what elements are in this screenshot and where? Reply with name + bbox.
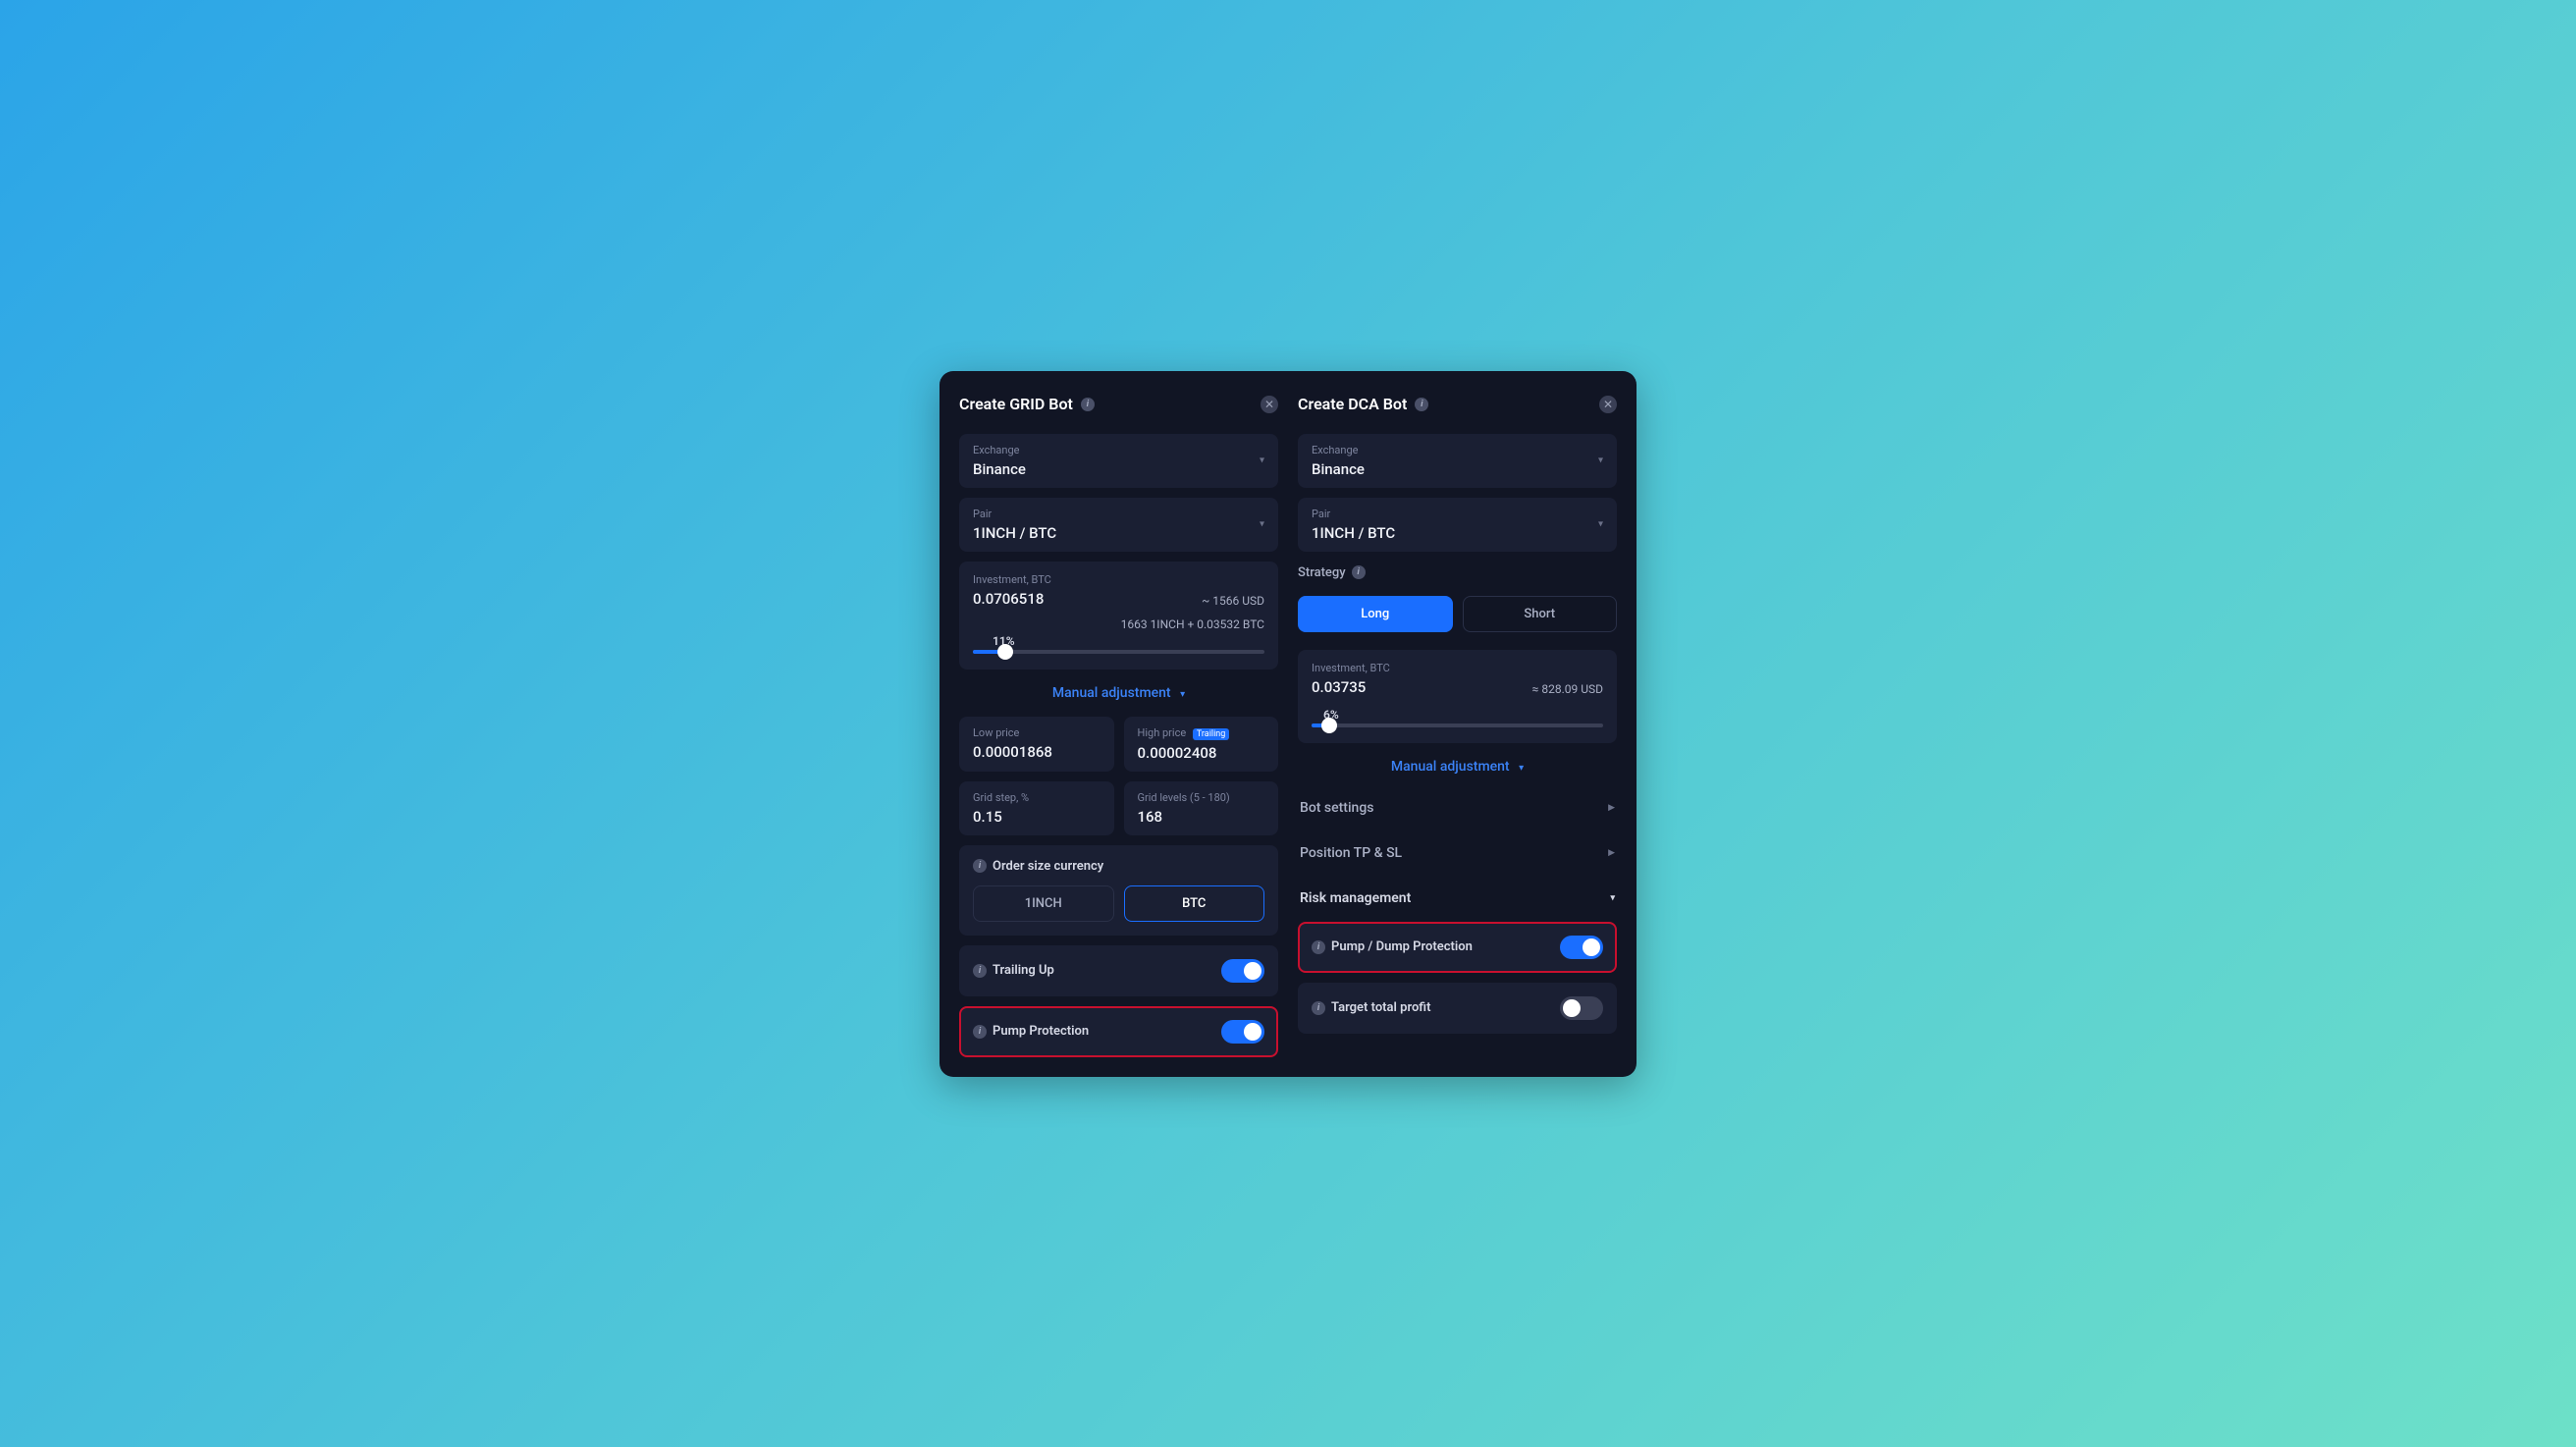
risk-management-label: Risk management (1300, 890, 1411, 906)
investment-usd: ~ 1566 USD (1202, 594, 1264, 608)
bot-creation-modal: Create GRID Bot i ✕ Exchange Binance ▾ P… (939, 371, 1637, 1077)
investment-value: 0.0706518 (973, 590, 1051, 608)
trailing-badge: Trailing (1193, 728, 1229, 740)
investment-label: Investment, BTC (1312, 662, 1390, 674)
position-tpsl-label: Position TP & SL (1300, 845, 1402, 861)
exchange-label: Exchange (1312, 444, 1603, 456)
pump-protection-label: Pump Protection (993, 1024, 1089, 1039)
chevron-down-icon: ▾ (1610, 893, 1615, 903)
manual-adjustment-toggle[interactable]: Manual adjustment ▾ (1298, 753, 1617, 780)
grid-bot-panel: Create GRID Bot i ✕ Exchange Binance ▾ P… (939, 371, 1288, 1077)
target-total-profit-label: Target total profit (1331, 1000, 1430, 1015)
bot-settings-expand[interactable]: Bot settings ▶ (1298, 790, 1617, 826)
position-tpsl-expand[interactable]: Position TP & SL ▶ (1298, 835, 1617, 871)
close-icon[interactable]: ✕ (1261, 396, 1278, 413)
grid-step-value: 0.15 (973, 808, 1100, 826)
info-icon[interactable]: i (973, 859, 987, 873)
strategy-short-button[interactable]: Short (1463, 596, 1618, 632)
bot-settings-label: Bot settings (1300, 800, 1373, 816)
chevron-down-icon: ▾ (1180, 689, 1185, 700)
investment-label: Investment, BTC (973, 573, 1051, 586)
strategy-long-button[interactable]: Long (1298, 596, 1453, 632)
chevron-down-icon: ▾ (1598, 456, 1603, 466)
currency-btc-button[interactable]: BTC (1124, 885, 1265, 922)
exchange-value: Binance (973, 460, 1264, 478)
dca-investment-block: Investment, BTC 0.03735 ≈ 828.09 USD 6% (1298, 650, 1617, 743)
grid-investment-block: Investment, BTC 0.0706518 ~ 1566 USD 166… (959, 562, 1278, 670)
exchange-select[interactable]: Exchange Binance ▾ (1298, 434, 1617, 488)
chevron-down-icon: ▾ (1519, 763, 1524, 774)
grid-panel-title: Create GRID Bot i (959, 395, 1095, 413)
pair-value: 1INCH / BTC (973, 524, 1264, 542)
high-price-input[interactable]: High price Trailing 0.00002408 (1124, 717, 1279, 772)
trailing-up-toggle[interactable] (1221, 959, 1264, 983)
investment-slider[interactable] (973, 650, 1264, 654)
exchange-select[interactable]: Exchange Binance ▾ (959, 434, 1278, 488)
chevron-down-icon: ▾ (1260, 456, 1264, 466)
low-price-input[interactable]: Low price 0.00001868 (959, 717, 1114, 772)
dca-panel-header: Create DCA Bot i ✕ (1298, 391, 1617, 418)
grid-step-label: Grid step, % (973, 791, 1100, 804)
grid-levels-label: Grid levels (5 - 180) (1138, 791, 1265, 804)
investment-value: 0.03735 (1312, 678, 1390, 696)
pump-dump-protection-label: Pump / Dump Protection (1331, 939, 1473, 954)
high-price-label: High price Trailing (1138, 726, 1265, 740)
dca-panel-title: Create DCA Bot i (1298, 395, 1428, 413)
chevron-right-icon: ▶ (1608, 803, 1615, 813)
strategy-label: Strategy (1298, 565, 1346, 580)
pair-label: Pair (973, 508, 1264, 520)
target-total-profit-toggle[interactable] (1560, 996, 1603, 1020)
pair-select[interactable]: Pair 1INCH / BTC ▾ (1298, 498, 1617, 552)
order-size-currency-block: i Order size currency 1INCH BTC (959, 845, 1278, 936)
pump-protection-toggle[interactable] (1221, 1020, 1264, 1044)
trailing-up-row: i Trailing Up (959, 945, 1278, 996)
strategy-label-row: Strategy i (1298, 565, 1617, 580)
close-icon[interactable]: ✕ (1599, 396, 1617, 413)
grid-panel-header: Create GRID Bot i ✕ (959, 391, 1278, 418)
low-price-value: 0.00001868 (973, 743, 1100, 761)
pair-select[interactable]: Pair 1INCH / BTC ▾ (959, 498, 1278, 552)
order-size-label: Order size currency (993, 859, 1103, 874)
low-price-label: Low price (973, 726, 1100, 739)
target-total-profit-row: i Target total profit (1298, 983, 1617, 1034)
manual-adjustment-toggle[interactable]: Manual adjustment ▾ (959, 679, 1278, 707)
pair-value: 1INCH / BTC (1312, 524, 1603, 542)
pump-protection-row: i Pump Protection (959, 1006, 1278, 1057)
dca-bot-panel: Create DCA Bot i ✕ Exchange Binance ▾ Pa… (1288, 371, 1637, 1077)
info-icon[interactable]: i (973, 1025, 987, 1039)
slider-percent-label: 11% (993, 634, 1264, 648)
info-icon[interactable]: i (973, 964, 987, 978)
pair-label: Pair (1312, 508, 1603, 520)
investment-usd: ≈ 828.09 USD (1532, 682, 1603, 696)
chevron-right-icon: ▶ (1608, 848, 1615, 858)
info-icon[interactable]: i (1415, 398, 1428, 411)
dca-title-text: Create DCA Bot (1298, 395, 1407, 413)
risk-management-expand[interactable]: Risk management ▾ (1298, 881, 1617, 912)
investment-breakdown: 1663 1INCH + 0.03532 BTC (973, 617, 1264, 631)
info-icon[interactable]: i (1081, 398, 1095, 411)
slider-percent-label: 6% (1323, 708, 1603, 722)
pump-dump-protection-row: i Pump / Dump Protection (1298, 922, 1617, 973)
pump-dump-protection-toggle[interactable] (1560, 936, 1603, 959)
currency-1inch-button[interactable]: 1INCH (973, 885, 1114, 922)
chevron-down-icon: ▾ (1260, 519, 1264, 530)
chevron-down-icon: ▾ (1598, 519, 1603, 530)
info-icon[interactable]: i (1312, 1001, 1325, 1015)
info-icon[interactable]: i (1312, 940, 1325, 954)
trailing-up-label: Trailing Up (993, 963, 1054, 978)
grid-levels-value: 168 (1138, 808, 1265, 826)
grid-title-text: Create GRID Bot (959, 395, 1073, 413)
exchange-value: Binance (1312, 460, 1603, 478)
high-price-value: 0.00002408 (1138, 744, 1265, 762)
grid-step-input[interactable]: Grid step, % 0.15 (959, 781, 1114, 835)
exchange-label: Exchange (973, 444, 1264, 456)
investment-slider[interactable] (1312, 724, 1603, 727)
grid-levels-input[interactable]: Grid levels (5 - 180) 168 (1124, 781, 1279, 835)
info-icon[interactable]: i (1352, 565, 1366, 579)
